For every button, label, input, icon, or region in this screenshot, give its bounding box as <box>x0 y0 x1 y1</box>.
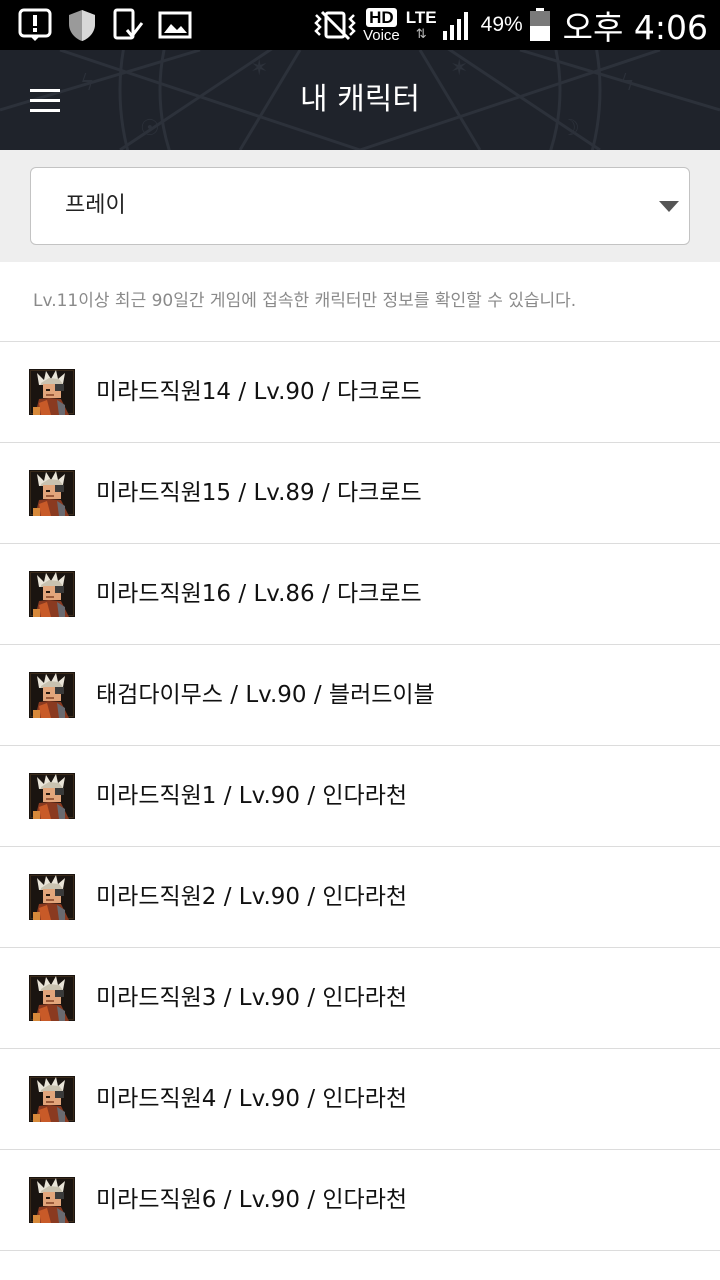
status-bar-notifications <box>18 8 192 42</box>
status-bar-system: HD Voice LTE ⇅ 49% 오후 4:06 <box>313 0 708 50</box>
battery-percent: 49% <box>480 13 523 36</box>
image-icon <box>158 10 192 40</box>
character-avatar-icon <box>29 369 75 415</box>
character-row[interactable]: 미라드직원1 / Lv.90 / 인다라천 <box>0 746 720 847</box>
character-row[interactable]: 미라드직원14 / Lv.90 / 다크로드 <box>0 342 720 443</box>
character-row[interactable]: 미라드직원2 / Lv.90 / 인다라천 <box>0 847 720 948</box>
notice-text: Lv.11이상 최근 90일간 게임에 접속한 캐릭터만 정보를 확인할 수 있… <box>33 291 577 311</box>
lte-label: LTE <box>405 8 437 27</box>
status-bar: HD Voice LTE ⇅ 49% 오후 4:06 <box>0 0 720 50</box>
vibrate-icon <box>313 9 357 41</box>
notice: Lv.11이상 최근 90일간 게임에 접속한 캐릭터만 정보를 확인할 수 있… <box>0 262 720 342</box>
character-label: 미라드직원14 / Lv.90 / 다크로드 <box>96 379 422 405</box>
character-avatar-icon <box>29 571 75 617</box>
character-avatar-icon <box>29 975 75 1021</box>
hd-label: HD <box>366 7 397 27</box>
character-label: 미라드직원1 / Lv.90 / 인다라천 <box>96 783 408 809</box>
character-list: 미라드직원14 / Lv.90 / 다크로드 미라드직원15 / Lv.89 /… <box>0 342 720 1280</box>
character-label: 미라드직원6 / Lv.90 / 인다라천 <box>96 1187 408 1213</box>
signal-icon <box>441 9 473 41</box>
character-row[interactable]: 미라드직원6 / Lv.90 / 인다라천 <box>0 1150 720 1251</box>
filter-area: 프레이 <box>0 150 720 262</box>
chevron-down-icon <box>659 201 679 212</box>
character-row[interactable]: 미라드직원16 / Lv.86 / 다크로드 <box>0 544 720 645</box>
shield-icon <box>66 8 98 42</box>
character-avatar-icon <box>29 874 75 920</box>
character-label: 미라드직원2 / Lv.90 / 인다라천 <box>96 884 408 910</box>
character-row[interactable]: 미라드직원4 / Lv.90 / 인다라천 <box>0 1049 720 1150</box>
page-title: 내 캐릭터 <box>300 82 420 117</box>
character-label: 미라드직원4 / Lv.90 / 인다라천 <box>96 1086 408 1112</box>
character-label: 미라드직원15 / Lv.89 / 다크로드 <box>96 480 422 506</box>
character-avatar-icon <box>29 773 75 819</box>
character-label: 미라드직원16 / Lv.86 / 다크로드 <box>96 581 422 607</box>
character-row[interactable]: 미라드직원15 / Lv.89 / 다크로드 <box>0 443 720 544</box>
character-avatar-icon <box>29 470 75 516</box>
alert-icon <box>18 8 52 42</box>
character-avatar-icon <box>29 1076 75 1122</box>
character-row[interactable]: 미라드직원3 / Lv.90 / 인다라천 <box>0 948 720 1049</box>
server-select-value: 프레이 <box>65 193 126 218</box>
character-avatar-icon <box>29 1177 75 1223</box>
app-header: ϟ ☉ ☽ ϟ ✶ ✶ 내 캐릭터 <box>0 50 720 150</box>
phone-check-icon <box>112 8 144 42</box>
battery-icon <box>529 8 551 42</box>
hd-voice-indicator: HD Voice <box>363 7 400 44</box>
character-row[interactable]: 태검다이무스 / Lv.90 / 블러드이블 <box>0 645 720 746</box>
voice-label: Voice <box>363 26 400 44</box>
character-label: 태검다이무스 / Lv.90 / 블러드이블 <box>96 682 435 708</box>
data-arrows-icon: ⇅ <box>415 27 427 42</box>
server-select[interactable]: 프레이 <box>30 167 690 245</box>
character-avatar-icon <box>29 672 75 718</box>
character-label: 미라드직원3 / Lv.90 / 인다라천 <box>96 985 408 1011</box>
clock: 오후 4:06 <box>562 8 708 47</box>
lte-indicator: LTE ⇅ <box>406 9 437 41</box>
